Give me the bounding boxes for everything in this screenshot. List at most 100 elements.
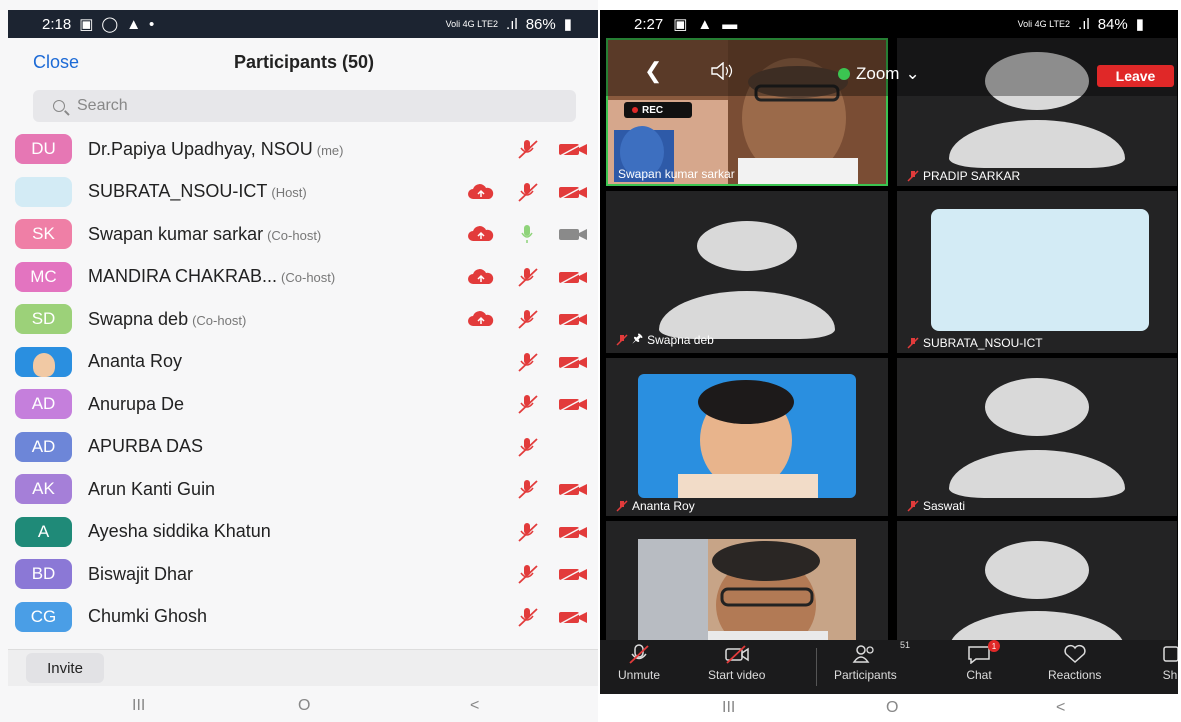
- participant-row[interactable]: AK Arun Kanti Guin: [0, 468, 598, 510]
- avatar-initials: AD: [31, 394, 56, 413]
- avatar: [15, 176, 72, 207]
- participant-role: (Co-host): [281, 270, 336, 285]
- avatar-placeholder-head: [985, 541, 1089, 599]
- avatar: DU: [15, 134, 72, 164]
- meeting-toolbar: Unmute Start video Participants 51 Chat …: [600, 640, 1178, 694]
- participant-name: Swapna deb (Co-host): [88, 308, 247, 329]
- participant-row[interactable]: MC MANDIRA CHAKRAB... (Co-host): [0, 256, 598, 298]
- recents-nav-button[interactable]: III: [132, 697, 145, 715]
- avatar-placeholder-head: [697, 221, 797, 271]
- video-icon: ▬: [722, 15, 738, 33]
- participant-row[interactable]: SD Swapna deb (Co-host): [0, 298, 598, 340]
- network-label: Voli 4G LTE2: [445, 19, 499, 29]
- participant-row[interactable]: AD Anurupa De: [0, 383, 598, 425]
- participant-status-icons: [512, 437, 590, 457]
- video-off-icon: [556, 352, 590, 372]
- video-tile[interactable]: [897, 521, 1177, 640]
- video-tile[interactable]: 🖈 Swapna deb: [606, 191, 888, 353]
- reactions-button[interactable]: Reactions: [1048, 644, 1101, 682]
- tile-name-label: SUBRATA_NSOU-ICT: [907, 336, 1043, 350]
- muted-mic-icon: [512, 352, 542, 372]
- participant-status-icons: [512, 479, 590, 499]
- battery-icon: ▮: [563, 16, 572, 33]
- chat-button[interactable]: Chat 1: [966, 640, 1000, 682]
- participant-list[interactable]: DU Dr.Papiya Upadhyay, NSOU (me) SUBRATA_NS…: [0, 128, 598, 643]
- video-off-icon: [556, 267, 590, 287]
- video-off-icon: [556, 182, 590, 202]
- recents-nav-button[interactable]: III: [722, 699, 735, 717]
- participant-name: Dr.Papiya Upadhyay, NSOU (me): [88, 138, 344, 159]
- secure-shield-icon: [838, 68, 850, 80]
- participant-name: Swapan kumar sarkar (Co-host): [88, 223, 322, 244]
- search-placeholder: Search: [77, 97, 128, 114]
- participants-button[interactable]: Participants 51: [834, 640, 910, 682]
- share-icon: [1163, 646, 1178, 662]
- participant-name: Arun Kanti Guin: [88, 478, 216, 499]
- tile-name-label: 🖈 Swapna deb: [616, 329, 714, 350]
- muted-mic-icon: [907, 337, 919, 349]
- unmute-button[interactable]: Unmute: [618, 644, 660, 682]
- participant-row[interactable]: SUBRATA_NSOU-ICT (Host): [0, 171, 598, 213]
- home-nav-button[interactable]: O: [298, 697, 310, 715]
- participant-row[interactable]: Ananta Roy: [0, 341, 598, 383]
- start-video-button[interactable]: Start video: [708, 644, 765, 682]
- pin-icon: 🖈: [632, 331, 644, 345]
- back-nav-button[interactable]: <: [1056, 699, 1065, 717]
- avatar-initials: DU: [31, 139, 56, 158]
- participant-status-icons: [464, 267, 590, 287]
- invite-button[interactable]: Invite: [26, 653, 104, 683]
- participant-row[interactable]: A Ayesha siddika Khatun: [0, 511, 598, 553]
- participant-row[interactable]: DU Dr.Papiya Upadhyay, NSOU (me): [0, 128, 598, 170]
- avatar-initials: AD: [31, 436, 56, 456]
- participant-status-icons: [512, 522, 590, 542]
- participant-row[interactable]: SK Swapan kumar sarkar (Co-host): [0, 213, 598, 255]
- avatar-initials: CG: [30, 606, 57, 626]
- video-gallery: Swapan kumar sarkar PRADIP SARKAR 🖈 Swap: [600, 38, 1178, 694]
- participant-role: (Host): [271, 185, 307, 200]
- participant-status-icons: [464, 182, 590, 202]
- participant-row[interactable]: AD APURBA DAS: [0, 426, 598, 468]
- muted-mic-icon: [512, 267, 542, 287]
- video-off-icon: [556, 309, 590, 329]
- video-tile[interactable]: [606, 521, 888, 640]
- participant-status-icons: [512, 394, 590, 414]
- participants-header: Close Participants (50): [0, 38, 598, 88]
- video-tile[interactable]: SUBRATA_NSOU-ICT: [897, 191, 1177, 353]
- avatar: SD: [15, 304, 72, 334]
- android-nav-bar: III O <: [0, 690, 598, 722]
- muted-mic-icon: [512, 139, 542, 159]
- avatar: AD: [15, 389, 72, 419]
- muted-mic-icon: [907, 500, 919, 512]
- back-nav-button[interactable]: <: [470, 697, 479, 715]
- search-icon: [53, 100, 65, 112]
- muted-mic-icon: [616, 333, 628, 346]
- avatar: A: [15, 516, 72, 547]
- alert-icon: ▲: [697, 15, 713, 33]
- search-input[interactable]: Search: [33, 90, 576, 122]
- avatar-initials: SK: [32, 224, 55, 243]
- tile-name-label: PRADIP SARKAR: [907, 169, 1020, 183]
- mic-icon: [512, 224, 542, 244]
- record-dot-icon: [632, 107, 638, 113]
- leave-button[interactable]: Leave: [1097, 65, 1174, 87]
- participant-row[interactable]: BD Biswajit Dhar: [0, 553, 598, 595]
- meeting-info-button[interactable]: Zoom ⌄: [838, 64, 920, 84]
- video-tile[interactable]: Saswati: [897, 358, 1177, 516]
- muted-mic-icon: [512, 394, 542, 414]
- back-chevron-icon[interactable]: ❮: [644, 58, 662, 84]
- participant-row[interactable]: CG Chumki Ghosh: [0, 596, 598, 638]
- gallery-icon: ▣: [673, 16, 688, 33]
- avatar: MC: [15, 261, 72, 292]
- cloud-recording-icon: [464, 268, 498, 286]
- avatar-initials: A: [37, 521, 50, 541]
- share-button[interactable]: Sh: [1162, 644, 1178, 682]
- video-tile[interactable]: Ananta Roy: [606, 358, 888, 516]
- home-nav-button[interactable]: O: [886, 699, 898, 717]
- muted-mic-icon: [512, 182, 542, 202]
- muted-mic-icon: [512, 437, 542, 457]
- video-off-icon: [556, 139, 590, 159]
- toolbar-divider: [816, 648, 817, 686]
- muted-mic-icon: [512, 564, 542, 584]
- avatar: AK: [15, 474, 72, 504]
- speaker-icon[interactable]: [710, 61, 734, 81]
